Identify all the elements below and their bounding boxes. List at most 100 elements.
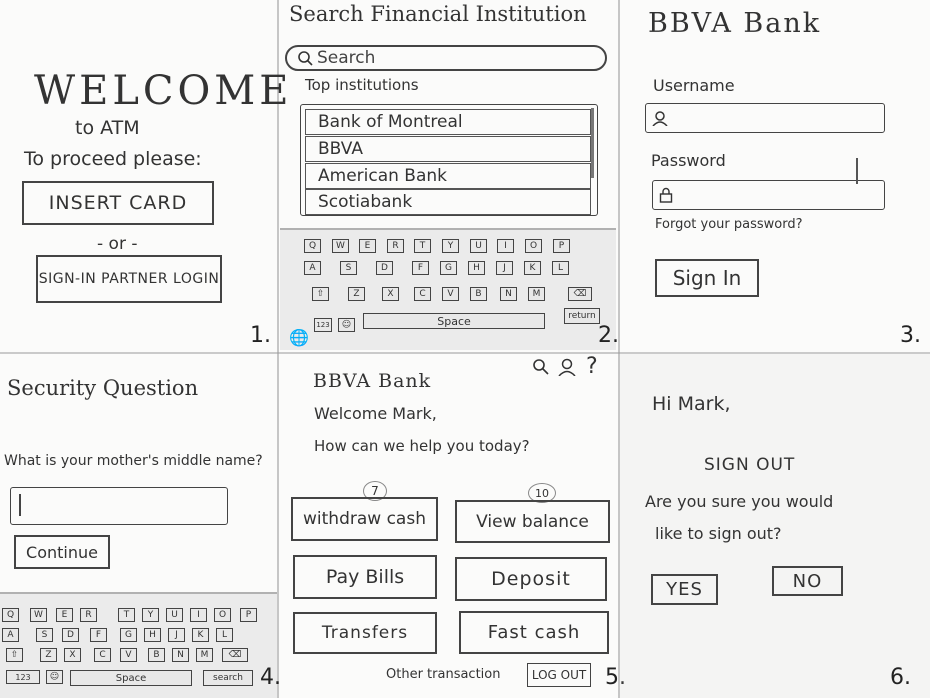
key[interactable]: S	[340, 261, 357, 275]
withdraw-cash-button[interactable]: withdraw cash	[291, 497, 438, 541]
key[interactable]: X	[64, 648, 81, 662]
signin-button[interactable]: Sign In	[655, 259, 759, 297]
key[interactable]: Q	[2, 608, 19, 622]
key[interactable]: H	[468, 261, 485, 275]
search-key[interactable]: search	[203, 670, 253, 686]
help-prompt: How can we help you today?	[314, 437, 530, 455]
key[interactable]: D	[62, 628, 79, 642]
key[interactable]: J	[496, 261, 513, 275]
key[interactable]: C	[94, 648, 111, 662]
numeric-key[interactable]: 123	[314, 318, 332, 332]
key[interactable]: G	[440, 261, 457, 275]
key[interactable]: Y	[142, 608, 159, 622]
search-input[interactable]: Search	[285, 45, 607, 71]
key[interactable]: R	[387, 239, 404, 253]
key[interactable]: C	[414, 287, 431, 301]
key[interactable]: X	[382, 287, 399, 301]
forgot-password-link[interactable]: Forgot your password?	[655, 217, 803, 232]
space-key[interactable]: Space	[70, 670, 192, 686]
key[interactable]: F	[412, 261, 429, 275]
key[interactable]: T	[414, 239, 431, 253]
institution-item[interactable]: American Bank	[305, 163, 591, 189]
continue-button[interactable]: Continue	[14, 535, 110, 569]
insert-card-button[interactable]: INSERT CARD	[22, 181, 214, 225]
no-button[interactable]: NO	[772, 566, 843, 596]
key[interactable]: P	[240, 608, 257, 622]
space-key[interactable]: Space	[363, 313, 545, 329]
other-transaction-link[interactable]: Other transaction	[386, 667, 500, 682]
key[interactable]: O	[525, 239, 542, 253]
emoji-key[interactable]: ☺	[338, 318, 355, 332]
username-input[interactable]	[645, 103, 885, 133]
key[interactable]: S	[36, 628, 53, 642]
deposit-button[interactable]: Deposit	[455, 557, 607, 601]
key[interactable]: V	[120, 648, 137, 662]
key[interactable]: T	[118, 608, 135, 622]
panel-number: 3.	[900, 323, 921, 348]
proceed-text: To proceed please:	[24, 148, 202, 170]
answer-input[interactable]	[10, 487, 228, 525]
key[interactable]: I	[190, 608, 207, 622]
institution-item[interactable]: Bank of Montreal	[305, 109, 591, 135]
key[interactable]: W	[30, 608, 47, 622]
key[interactable]: E	[359, 239, 376, 253]
key[interactable]: P	[553, 239, 570, 253]
key[interactable]: Q	[304, 239, 321, 253]
security-title: Security Question	[7, 376, 199, 400]
logout-button[interactable]: LOG OUT	[527, 663, 591, 687]
view-balance-button[interactable]: View balance	[455, 500, 610, 543]
globe-icon[interactable]: 🌐	[289, 328, 309, 347]
help-icon[interactable]: ?	[586, 354, 598, 379]
password-input[interactable]	[652, 180, 885, 210]
signin-partner-button[interactable]: SIGN-IN PARTNER LOGIN	[36, 255, 222, 303]
key[interactable]: B	[470, 287, 487, 301]
key[interactable]: N	[172, 648, 189, 662]
pay-bills-button[interactable]: Pay Bills	[293, 555, 437, 599]
backspace-key[interactable]: ⌫	[568, 287, 592, 301]
institution-item[interactable]: BBVA	[305, 136, 591, 162]
key[interactable]: V	[442, 287, 459, 301]
password-label: Password	[651, 151, 726, 170]
key[interactable]: B	[148, 648, 165, 662]
return-key[interactable]: return	[564, 308, 600, 324]
panel-number: 6.	[890, 665, 911, 690]
logout-label: LOG OUT	[531, 668, 587, 682]
institution-item[interactable]: Scotiabank	[305, 189, 591, 215]
key[interactable]: H	[144, 628, 161, 642]
key[interactable]: U	[470, 239, 487, 253]
shift-key[interactable]: ⇧	[312, 287, 329, 301]
key[interactable]: W	[332, 239, 349, 253]
key[interactable]: I	[497, 239, 514, 253]
key[interactable]: D	[376, 261, 393, 275]
emoji-key[interactable]: ☺	[46, 670, 63, 684]
backspace-key[interactable]: ⌫	[222, 648, 248, 662]
pay-bills-label: Pay Bills	[325, 566, 405, 588]
list-scrollbar[interactable]	[591, 108, 594, 178]
key[interactable]: E	[56, 608, 73, 622]
transfers-button[interactable]: Transfers	[293, 612, 437, 654]
fast-cash-button[interactable]: Fast cash	[459, 611, 609, 654]
key[interactable]: M	[196, 648, 213, 662]
key[interactable]: F	[90, 628, 107, 642]
key[interactable]: M	[528, 287, 545, 301]
search-icon[interactable]	[532, 358, 550, 376]
key[interactable]: L	[216, 628, 233, 642]
numeric-key[interactable]: 123	[6, 670, 40, 684]
key[interactable]: A	[304, 261, 321, 275]
key[interactable]: Y	[442, 239, 459, 253]
key[interactable]: J	[168, 628, 185, 642]
key[interactable]: Z	[348, 287, 365, 301]
shift-key[interactable]: ⇧	[6, 648, 23, 662]
key[interactable]: N	[500, 287, 517, 301]
key[interactable]: G	[120, 628, 137, 642]
key[interactable]: K	[524, 261, 541, 275]
key[interactable]: U	[166, 608, 183, 622]
key[interactable]: O	[214, 608, 231, 622]
key[interactable]: A	[2, 628, 19, 642]
key[interactable]: Z	[40, 648, 57, 662]
user-icon[interactable]	[558, 358, 576, 376]
key[interactable]: K	[192, 628, 209, 642]
key[interactable]: L	[552, 261, 569, 275]
key[interactable]: R	[80, 608, 97, 622]
yes-button[interactable]: YES	[651, 574, 718, 605]
